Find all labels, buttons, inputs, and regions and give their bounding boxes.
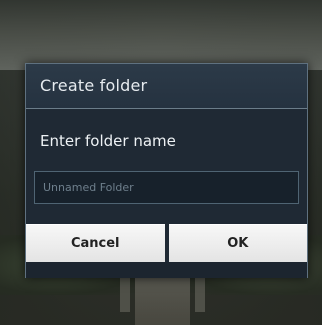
dialog-title: Create folder (40, 76, 148, 95)
folder-name-prompt: Enter folder name (40, 132, 176, 150)
dialog-header: Create folder (26, 64, 307, 109)
background-path (135, 270, 190, 325)
create-folder-dialog: Create folder Enter folder name Cancel O… (25, 63, 308, 278)
ok-button[interactable]: OK (168, 224, 307, 262)
cancel-button[interactable]: Cancel (26, 224, 165, 262)
dialog-button-row: Cancel OK (26, 224, 307, 262)
folder-name-input[interactable] (34, 171, 299, 204)
background-trees (0, 0, 322, 70)
dialog-footer (26, 262, 307, 278)
